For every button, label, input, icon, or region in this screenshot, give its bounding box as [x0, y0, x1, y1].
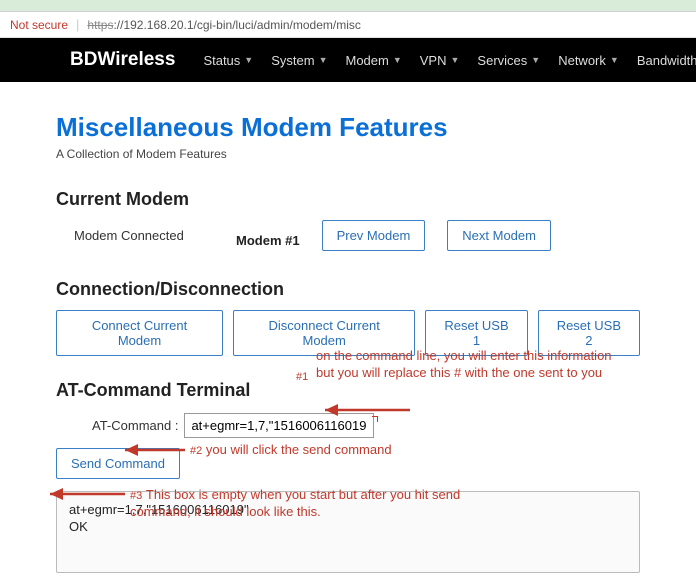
reset-usb2-button[interactable]: Reset USB 2: [538, 310, 640, 356]
page-subtitle: A Collection of Modem Features: [56, 147, 640, 161]
chevron-down-icon: ▼: [244, 55, 253, 65]
url-path: ://192.168.20.1/cgi-bin/luci/admin/modem…: [113, 18, 360, 32]
top-navbar: BDWireless Status▼ System▼ Modem▼ VPN▼ S…: [0, 38, 696, 82]
insecure-label: Not secure: [10, 18, 68, 32]
at-terminal-output: at+egmr=1,7,"1516006116019" OK: [56, 491, 640, 573]
nav-items: Status▼ System▼ Modem▼ VPN▼ Services▼ Ne…: [203, 53, 696, 68]
page-content: Miscellaneous Modem Features A Collectio…: [0, 82, 696, 583]
nav-services[interactable]: Services▼: [477, 53, 540, 68]
chevron-down-icon: ▼: [531, 55, 540, 65]
section-at-terminal: AT-Command Terminal: [56, 380, 640, 401]
modem-status-text: Modem Connected: [74, 228, 214, 243]
terminal-line-2: OK: [69, 519, 627, 534]
at-command-label: AT-Command :: [92, 418, 178, 433]
annotation-bracket-icon: [372, 416, 378, 422]
at-command-row: AT-Command :: [92, 413, 640, 438]
connection-buttons-row: Connect Current Modem Disconnect Current…: [56, 310, 640, 356]
page-title: Miscellaneous Modem Features: [56, 112, 640, 143]
brand-label[interactable]: BDWireless: [70, 49, 175, 71]
connect-modem-button[interactable]: Connect Current Modem: [56, 310, 223, 356]
current-modem-row: Modem Connected Modem #1 Prev Modem Next…: [74, 220, 640, 251]
url-protocol: https: [87, 18, 113, 32]
terminal-line-1: at+egmr=1,7,"1516006116019": [69, 502, 627, 517]
annotation-2: #2 you will click the send command: [190, 442, 392, 459]
nav-modem[interactable]: Modem▼: [345, 53, 401, 68]
browser-top-stripe: [0, 0, 696, 12]
section-current-modem: Current Modem: [56, 189, 640, 210]
url-bar: Not secure | https://192.168.20.1/cgi-bi…: [0, 12, 696, 38]
chevron-down-icon: ▼: [393, 55, 402, 65]
section-connection: Connection/Disconnection: [56, 279, 640, 300]
next-modem-button[interactable]: Next Modem: [447, 220, 551, 251]
nav-network[interactable]: Network▼: [558, 53, 619, 68]
disconnect-modem-button[interactable]: Disconnect Current Modem: [233, 310, 415, 356]
prev-modem-button[interactable]: Prev Modem: [322, 220, 426, 251]
nav-system[interactable]: System▼: [271, 53, 327, 68]
nav-status[interactable]: Status▼: [203, 53, 253, 68]
url-text[interactable]: https://192.168.20.1/cgi-bin/luci/admin/…: [87, 17, 360, 32]
nav-bandwidth[interactable]: Bandwidth: [637, 53, 696, 68]
urlbar-separator: |: [76, 17, 79, 32]
nav-vpn[interactable]: VPN▼: [420, 53, 460, 68]
modem-number-label: Modem #1: [236, 233, 300, 248]
chevron-down-icon: ▼: [610, 55, 619, 65]
send-command-button[interactable]: Send Command: [56, 448, 180, 479]
chevron-down-icon: ▼: [451, 55, 460, 65]
reset-usb1-button[interactable]: Reset USB 1: [425, 310, 527, 356]
at-command-input[interactable]: [184, 413, 374, 438]
chevron-down-icon: ▼: [319, 55, 328, 65]
